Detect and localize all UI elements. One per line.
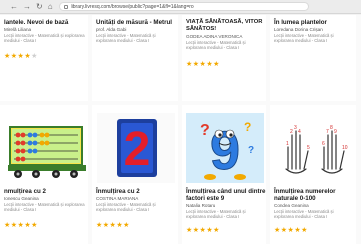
question-mark: ? bbox=[200, 122, 210, 139]
course-card[interactable]: ? ? ? 9 Înmulțirea când unul dintre fact… bbox=[182, 105, 266, 244]
course-author: Condea Geanina bbox=[274, 203, 309, 208]
course-author: Ionescu Geanina bbox=[4, 196, 39, 201]
digit-nine: 9 bbox=[210, 121, 240, 181]
course-description: Lecții interactive - Matematică și explo… bbox=[186, 40, 246, 50]
course-description: Lecții interactive - Matematică și explo… bbox=[4, 33, 85, 43]
course-card[interactable]: lantele. Nevoi de bază Mirelă Liliana Le… bbox=[0, 15, 88, 101]
address-bar[interactable]: library.livresq.com/browse/public?page=1… bbox=[58, 2, 309, 11]
course-description: Lecții interactive - Matematică și explo… bbox=[274, 209, 334, 219]
svg-text:7: 7 bbox=[326, 129, 329, 135]
svg-text:?: ? bbox=[244, 120, 251, 134]
svg-text:5: 5 bbox=[307, 145, 310, 151]
course-row-2: nmulțirea cu 2 Ionescu Geanina Lecții in… bbox=[0, 105, 361, 244]
browser-toolbar: ← → ↻ ⌂ library.livresq.com/browse/publi… bbox=[0, 0, 361, 14]
course-card[interactable]: 2 Înmulțirea cu 2 COSTINA MARIANA Lecții… bbox=[92, 105, 178, 244]
course-card[interactable]: nmulțirea cu 2 Ionescu Geanina Lecții in… bbox=[0, 105, 88, 244]
url-text: library.livresq.com/browse/public?page=1… bbox=[70, 3, 194, 10]
course-title[interactable]: nmulțirea cu 2 bbox=[4, 188, 86, 195]
svg-text:4: 4 bbox=[298, 129, 301, 135]
course-description: Lecții interactive - Matematică și explo… bbox=[274, 33, 334, 43]
rating-stars: ★★★★★ bbox=[96, 222, 130, 229]
rating-stars: ★★★★★ bbox=[4, 53, 38, 60]
abacus-train-image bbox=[8, 126, 86, 178]
course-card[interactable]: 1234 5 6 7 8 9 10 Înmulțirea numerelor natura… bbox=[270, 105, 356, 244]
reload-icon[interactable]: ↻ bbox=[36, 2, 43, 11]
svg-text:6: 6 bbox=[322, 141, 325, 147]
course-card[interactable]: Unități de măsură - Metrul prof. Alda Ga… bbox=[92, 15, 178, 101]
course-card[interactable]: VIAȚĂ SĂNĂTOASĂ, VITOR SĂNĂTOS! GODEA AD… bbox=[182, 15, 266, 101]
course-author: Mirelă Liliana bbox=[4, 27, 32, 32]
lock-icon bbox=[63, 4, 68, 9]
svg-text:9: 9 bbox=[334, 129, 337, 135]
svg-text:?: ? bbox=[248, 145, 254, 156]
course-title[interactable]: Înmulțirea cu 2 bbox=[96, 188, 178, 195]
number-two-image: 2 bbox=[117, 119, 157, 177]
svg-text:1: 1 bbox=[286, 141, 289, 147]
course-author: prof. Alda Gabi bbox=[96, 27, 127, 32]
course-thumbnail[interactable]: 1234 5 6 7 8 9 10 bbox=[274, 113, 354, 183]
course-title[interactable]: Unități de măsură - Metrul bbox=[96, 19, 178, 26]
home-icon[interactable]: ⌂ bbox=[48, 2, 53, 11]
course-author: GODEA ADINA VERONICA bbox=[186, 34, 243, 39]
rating-stars: ★★★★★ bbox=[274, 227, 308, 234]
course-author: Loredana Dorina Crișan bbox=[274, 27, 323, 32]
course-card[interactable]: În lumea plantelor Loredana Dorina Crișa… bbox=[270, 15, 356, 101]
svg-text:10: 10 bbox=[342, 145, 348, 151]
svg-text:3: 3 bbox=[294, 125, 297, 131]
rating-stars: ★★★★★ bbox=[186, 227, 220, 234]
course-author: COSTINA MARIANA bbox=[96, 196, 139, 201]
course-description: Lecții interactive - Matematică și explo… bbox=[186, 209, 246, 219]
course-description: Lecții interactive - Matematică și explo… bbox=[96, 202, 156, 212]
rating-stars: ★★★★★ bbox=[4, 222, 38, 229]
course-title[interactable]: lantele. Nevoi de bază bbox=[4, 19, 68, 26]
svg-text:8: 8 bbox=[330, 125, 333, 131]
course-title[interactable]: În lumea plantelor bbox=[274, 19, 356, 26]
course-title[interactable]: Înmulțirea când unul dintre factori este… bbox=[186, 188, 266, 202]
svg-text:2: 2 bbox=[290, 129, 293, 135]
course-title[interactable]: VIAȚĂ SĂNĂTOASĂ, VITOR SĂNĂTOS! bbox=[186, 19, 266, 33]
course-thumbnail[interactable]: ? ? ? 9 bbox=[186, 113, 264, 183]
course-thumbnail[interactable] bbox=[6, 113, 88, 183]
rating-stars: ★★★★★ bbox=[186, 61, 220, 68]
back-arrow-icon[interactable]: ← bbox=[10, 2, 18, 11]
course-thumbnail[interactable]: 2 bbox=[97, 113, 175, 183]
course-description: Lecții interactive - Matematică și explo… bbox=[96, 33, 156, 43]
course-row-1: lantele. Nevoi de bază Mirelă Liliana Le… bbox=[0, 15, 361, 103]
course-description: Lecții interactive - Matematică și explo… bbox=[4, 202, 85, 212]
cartoon-nine-image: ? ? ? 9 bbox=[186, 113, 264, 183]
course-title[interactable]: Înmulțirea numerelor naturale 0-100 bbox=[274, 188, 356, 202]
course-author: Natalia Rotaru bbox=[186, 203, 216, 208]
forward-arrow-icon[interactable]: → bbox=[23, 2, 31, 11]
counting-hands-image: 1234 5 6789 10 bbox=[285, 125, 348, 174]
digit-two: 2 bbox=[124, 123, 151, 176]
library-page: lantele. Nevoi de bază Mirelă Liliana Le… bbox=[0, 15, 361, 244]
